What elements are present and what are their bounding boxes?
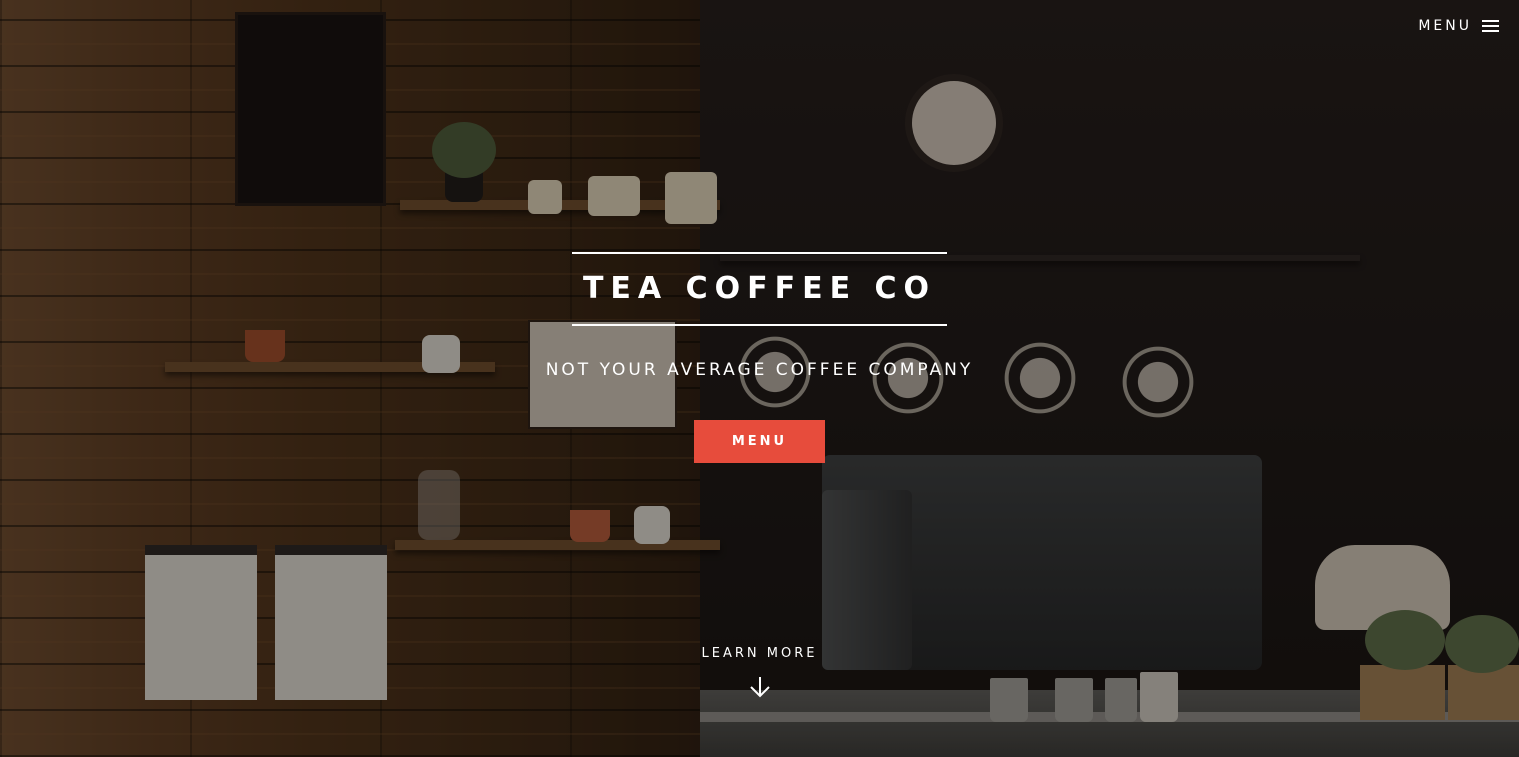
- hero-section: MENU TEA COFFEE CO NOT YOUR AVERAGE COFF…: [0, 0, 1519, 757]
- page-title: TEA COFFEE CO: [582, 271, 937, 306]
- menu-cta-button[interactable]: MENU: [694, 420, 825, 463]
- tagline: NOT YOUR AVERAGE COFFEE COMPANY: [545, 360, 974, 380]
- brand-block: TEA COFFEE CO: [572, 252, 947, 326]
- arrow-down-icon: [749, 677, 770, 698]
- menu-toggle-label: MENU: [1418, 18, 1472, 34]
- hamburger-icon: [1482, 19, 1499, 33]
- menu-toggle-button[interactable]: MENU: [1418, 18, 1499, 34]
- title-bottom-rule: [572, 324, 947, 326]
- learn-more-label: LEARN MORE: [701, 646, 818, 661]
- learn-more-link[interactable]: LEARN MORE: [0, 646, 1519, 699]
